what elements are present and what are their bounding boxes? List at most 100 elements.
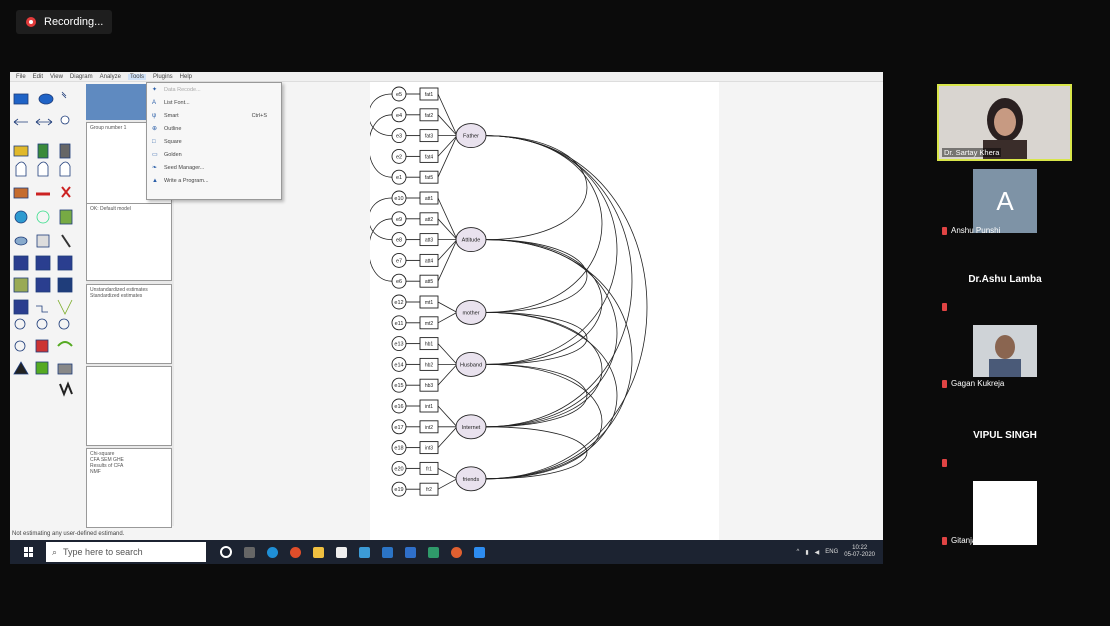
loupe-icon bbox=[57, 341, 73, 347]
model-view-toggle[interactable] bbox=[86, 84, 152, 120]
error-label: e6 bbox=[396, 279, 402, 285]
loading-path bbox=[437, 135, 458, 178]
participant-label-gitanjali[interactable]: Gitanjali Singh bbox=[942, 536, 1003, 545]
error-label: e17 bbox=[394, 425, 403, 431]
zoom-select-icon bbox=[14, 318, 26, 330]
participant-name-only[interactable]: Dr.Ashu Lamba bbox=[935, 274, 1075, 285]
parameter-formats-panel[interactable]: Unstandardized estimates Standardized es… bbox=[86, 284, 172, 364]
error-label: e19 bbox=[394, 487, 403, 493]
dropdown-item-smart[interactable]: ψ Smart Ctrl+S bbox=[147, 109, 281, 122]
dropdown-item-seed-manager[interactable]: ❧ Seed Manager... bbox=[147, 161, 281, 174]
mic-off-icon bbox=[942, 459, 947, 467]
menu-help[interactable]: Help bbox=[180, 74, 192, 80]
scroll-icon bbox=[36, 234, 50, 248]
menu-file[interactable]: File bbox=[16, 74, 26, 80]
save-diagram-icon bbox=[57, 277, 73, 293]
mail-icon[interactable] bbox=[382, 546, 393, 558]
covariance-arc bbox=[484, 135, 633, 428]
analysis-properties-icon bbox=[35, 255, 51, 271]
volume-icon[interactable]: ◀ bbox=[815, 549, 820, 556]
observed-label: fat1 bbox=[425, 92, 434, 98]
dropdown-item-write-program[interactable]: ▲ Write a Program... bbox=[147, 174, 281, 187]
error-label: e9 bbox=[396, 217, 402, 223]
file-explorer-icon[interactable] bbox=[313, 546, 324, 558]
chrome-icon[interactable] bbox=[290, 546, 301, 558]
error-label: e14 bbox=[394, 362, 403, 368]
mic-off-icon bbox=[942, 226, 947, 235]
search-placeholder: Type here to search bbox=[63, 547, 143, 557]
error-label: e8 bbox=[396, 238, 402, 244]
loading-path bbox=[437, 239, 458, 261]
participant-face-image bbox=[973, 325, 1037, 377]
task-view-icon[interactable] bbox=[244, 546, 255, 558]
clock[interactable]: 10:22 05-07-2020 bbox=[844, 545, 875, 559]
dropdown-item-data-recode[interactable]: ✦ Data Recode... bbox=[147, 83, 281, 96]
covariance-arc bbox=[484, 239, 618, 428]
error-label: e15 bbox=[394, 383, 403, 389]
loading-path bbox=[437, 312, 458, 324]
participant-label-anshu[interactable]: Anshu Punshi bbox=[942, 226, 1000, 235]
windows-start-icon[interactable] bbox=[24, 547, 34, 557]
error-covariance-arc bbox=[368, 114, 393, 178]
tools-dropdown: ✦ Data Recode... A List Font... ψ Smart … bbox=[146, 82, 282, 200]
view-page-icon bbox=[14, 340, 26, 352]
unique-variable-icon bbox=[60, 115, 70, 125]
error-label: e4 bbox=[396, 113, 402, 119]
error-label: e1 bbox=[396, 175, 402, 181]
menu-view[interactable]: View bbox=[50, 74, 63, 80]
error-covariance-arc bbox=[368, 218, 393, 282]
menu-analyze[interactable]: Analyze bbox=[100, 74, 121, 80]
menu-tools[interactable]: Tools bbox=[127, 73, 146, 80]
network-icon[interactable]: ▮ bbox=[805, 549, 808, 556]
chevron-up-icon[interactable]: ^ bbox=[797, 549, 800, 555]
models-panel[interactable]: OK: Default model bbox=[86, 203, 172, 281]
observed-label: int1 bbox=[425, 404, 433, 410]
observed-label: att3 bbox=[425, 238, 434, 244]
observed-label: int2 bbox=[425, 425, 433, 431]
bayesian-icon bbox=[13, 361, 29, 375]
latent-label: mother bbox=[462, 310, 479, 316]
program-icon: ▲ bbox=[152, 177, 158, 184]
latent-label: Internet bbox=[462, 425, 481, 431]
lang-indicator[interactable]: ENG bbox=[825, 549, 838, 555]
dropdown-item-outline[interactable]: ⊕ Outline bbox=[147, 122, 281, 135]
menu-edit[interactable]: Edit bbox=[33, 74, 43, 80]
participant-label-gagan[interactable]: Gagan Kukreja bbox=[942, 379, 1004, 388]
indicator-tool-icon bbox=[61, 91, 67, 99]
loading-path bbox=[437, 135, 458, 157]
fit-to-page-icon bbox=[35, 339, 49, 353]
latent-label: friends bbox=[463, 477, 480, 483]
observed-label: hb3 bbox=[425, 383, 434, 389]
object-properties-icon bbox=[13, 299, 29, 315]
edge-icon[interactable] bbox=[267, 546, 278, 558]
participant-avatar[interactable]: A bbox=[973, 169, 1037, 233]
cortana-icon[interactable] bbox=[220, 546, 232, 558]
covariance-arc bbox=[484, 135, 603, 313]
recording-indicator[interactable]: Recording... bbox=[16, 10, 112, 34]
path-diagram-canvas[interactable]: e5 fat1 e4 fat2 e3 fat3 e2 fat4 e1 fat5 e10 att1 e9 a… bbox=[368, 82, 719, 540]
menu-diagram[interactable]: Diagram bbox=[70, 74, 93, 80]
zoom-icon[interactable] bbox=[474, 546, 485, 558]
rotate-icon bbox=[36, 210, 50, 224]
error-label: e18 bbox=[394, 446, 403, 452]
participant-name-only[interactable]: VIPUL SINGH bbox=[935, 430, 1075, 441]
dropdown-item-square[interactable]: □ Square bbox=[147, 135, 281, 148]
firefox-icon[interactable] bbox=[451, 546, 462, 558]
dropdown-item-list-font[interactable]: A List Font... bbox=[147, 96, 281, 109]
app-icon[interactable] bbox=[359, 546, 370, 558]
store-icon[interactable] bbox=[336, 546, 347, 558]
word-icon[interactable] bbox=[405, 546, 416, 558]
files-panel[interactable]: Chi-square CFA SEM GHE Results of CFA NM… bbox=[86, 448, 172, 528]
spss-icon[interactable] bbox=[428, 546, 439, 558]
computation-summary-panel bbox=[86, 366, 172, 446]
taskbar-search[interactable]: ⌕ Type here to search bbox=[46, 542, 206, 562]
toolbox-icons[interactable] bbox=[10, 84, 85, 464]
mic-off-icon bbox=[942, 303, 947, 311]
participant-video-gagan[interactable] bbox=[973, 325, 1037, 377]
menu-plugins[interactable]: Plugins bbox=[153, 74, 173, 80]
covariance-arc bbox=[484, 239, 588, 313]
dropdown-item-golden[interactable]: ▭ Golden bbox=[147, 148, 281, 161]
participant-video-active[interactable]: Dr. Sartay Khera bbox=[937, 84, 1072, 161]
erase-icon bbox=[61, 186, 71, 198]
covariance-arc bbox=[484, 135, 588, 240]
